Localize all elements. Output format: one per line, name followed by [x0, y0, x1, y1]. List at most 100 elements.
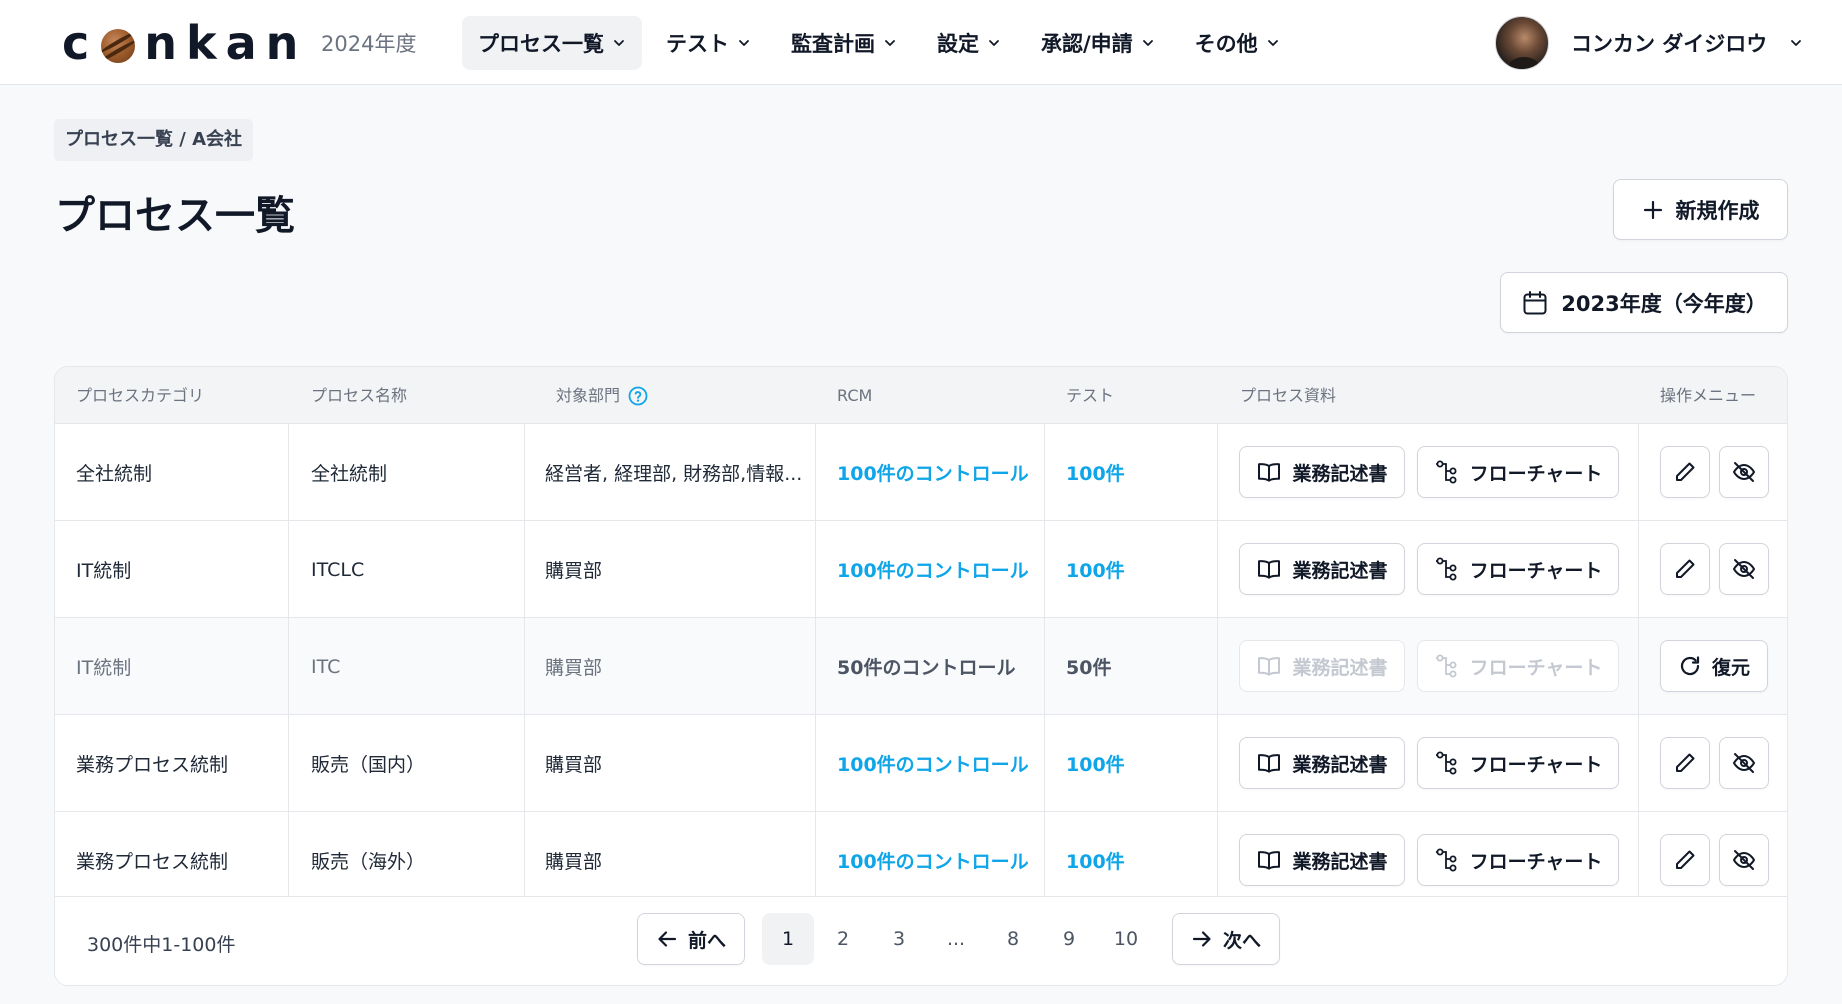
fiscal-year-select-button[interactable]: 2023年度（今年度）	[1500, 272, 1788, 333]
column-divider	[524, 618, 525, 715]
flowchart-icon	[1435, 557, 1457, 581]
book-icon	[1258, 754, 1281, 773]
business-description-label: 業務記述書	[1292, 850, 1388, 873]
flowchart-button[interactable]: フローチャート	[1417, 543, 1619, 595]
book-icon	[1258, 657, 1281, 676]
cell-test-link[interactable]: 100件	[1066, 812, 1125, 909]
flowchart-label: フローチャート	[1469, 753, 1603, 776]
restore-label: 復元	[1711, 656, 1750, 679]
page-1[interactable]: 1	[762, 913, 814, 965]
nav-audit-plan[interactable]: 監査計画	[775, 16, 913, 70]
cell-process-name: 販売（海外）	[311, 851, 426, 873]
chevron-down-icon	[1267, 40, 1278, 46]
nav-other[interactable]: その他	[1179, 16, 1296, 70]
flowchart-icon	[1435, 654, 1457, 678]
flowchart-label: フローチャート	[1469, 559, 1603, 582]
column-divider	[288, 424, 289, 521]
hide-button[interactable]	[1719, 737, 1769, 789]
nav-settings[interactable]: 設定	[921, 16, 1017, 70]
new-create-label: 新規作成	[1675, 198, 1760, 223]
flowchart-label: フローチャート	[1469, 656, 1603, 679]
flowchart-label: フローチャート	[1469, 850, 1603, 873]
cell-process-name: 販売（国内）	[311, 754, 426, 776]
process-table: プロセスカテゴリ プロセス名称 対象部門 RCM テスト プロセス資料 操作メニ…	[54, 366, 1788, 986]
cell-process-name: ITCLC	[311, 558, 365, 581]
logo-mark-icon	[101, 29, 136, 63]
next-page-button[interactable]: 次へ	[1172, 913, 1280, 965]
eye-off-icon	[1732, 559, 1756, 579]
prev-page-button[interactable]: 前へ	[637, 913, 745, 965]
column-divider	[1217, 812, 1218, 909]
cell-rcm-link: 50件のコントロール	[837, 657, 1016, 679]
help-icon[interactable]	[628, 386, 648, 406]
cell-rcm-link[interactable]: 100件のコントロール	[837, 424, 1029, 521]
column-divider	[1044, 812, 1045, 909]
edit-button[interactable]	[1660, 543, 1710, 595]
column-divider	[1044, 618, 1045, 715]
business-description-button[interactable]: 業務記述書	[1239, 446, 1405, 498]
cell-department: 購買部	[545, 754, 603, 776]
cell-test-link[interactable]: 100件	[1066, 521, 1125, 618]
page-2[interactable]: 2	[817, 913, 869, 965]
hide-button[interactable]	[1719, 834, 1769, 886]
breadcrumb[interactable]: プロセス一覧 / A会社	[54, 119, 254, 161]
table-row: IT統制 ITCLC 購買部 100件のコントロール 100件 業務記述書 フローチャート	[55, 521, 1787, 618]
hide-button[interactable]	[1719, 543, 1769, 595]
nav-process-list[interactable]: プロセス一覧	[462, 16, 642, 70]
hide-button[interactable]	[1719, 446, 1769, 498]
business-description-label: 業務記述書	[1292, 462, 1388, 485]
column-divider	[1638, 812, 1639, 909]
cell-test-link[interactable]: 100件	[1066, 715, 1125, 812]
flowchart-button[interactable]: フローチャート	[1417, 737, 1619, 789]
table-row: 全社統制 全社統制 経営者, 経理部, 財務部,情報... 100件のコントロール 10…	[55, 424, 1787, 521]
conkan-logo[interactable]: c nkan	[62, 14, 307, 72]
nav-label: テスト	[666, 32, 729, 56]
cell-rcm-link[interactable]: 100件のコントロール	[837, 715, 1029, 812]
edit-button[interactable]	[1660, 834, 1710, 886]
column-header-rcm: RCM	[837, 386, 873, 405]
column-divider	[1217, 618, 1218, 715]
flowchart-button[interactable]: フローチャート	[1417, 446, 1619, 498]
column-header-operations: 操作メニュー	[1660, 386, 1757, 405]
new-create-button[interactable]: 新規作成	[1613, 179, 1788, 240]
edit-button[interactable]	[1660, 737, 1710, 789]
user-menu[interactable]: コンカン ダイジロウ	[1495, 16, 1803, 70]
business-description-button[interactable]: 業務記述書	[1239, 737, 1405, 789]
refresh-icon	[1680, 656, 1700, 676]
main-nav: プロセス一覧 テスト 監査計画 設定 承認/申請 その他	[462, 16, 1296, 70]
column-divider	[815, 618, 816, 715]
cell-category: IT統制	[76, 560, 132, 582]
column-divider	[1044, 424, 1045, 521]
top-navigation-bar: c nkan 2024年度 プロセス一覧 テスト 監査計画 設定 承認/申請 その…	[0, 0, 1842, 85]
column-divider	[1044, 521, 1045, 618]
column-divider	[288, 715, 289, 812]
result-count: 300件中1-100件	[87, 934, 236, 956]
column-divider	[524, 715, 525, 812]
page-10[interactable]: 10	[1100, 913, 1152, 965]
book-icon	[1258, 560, 1281, 579]
page-9[interactable]: 9	[1043, 913, 1095, 965]
cell-rcm-link[interactable]: 100件のコントロール	[837, 812, 1029, 909]
page-3[interactable]: 3	[873, 913, 925, 965]
column-divider	[1638, 424, 1639, 521]
page-8[interactable]: 8	[987, 913, 1039, 965]
restore-button[interactable]: 復元	[1660, 640, 1768, 692]
calendar-icon	[1523, 290, 1547, 314]
business-description-button[interactable]: 業務記述書	[1239, 543, 1405, 595]
cell-department: 経営者, 経理部, 財務部,情報...	[545, 463, 803, 485]
column-divider	[1217, 715, 1218, 812]
cell-rcm-link[interactable]: 100件のコントロール	[837, 521, 1029, 618]
arrow-right-icon	[1192, 931, 1211, 947]
table-row: 業務プロセス統制 販売（海外） 購買部 100件のコントロール 100件 業務記述書 フロー…	[55, 812, 1787, 909]
business-description-button[interactable]: 業務記述書	[1239, 834, 1405, 886]
nav-test[interactable]: テスト	[650, 16, 767, 70]
edit-button[interactable]	[1660, 446, 1710, 498]
flowchart-icon	[1435, 460, 1457, 484]
column-header-category: プロセスカテゴリ	[76, 386, 205, 405]
fiscal-year-label: 2024年度	[321, 32, 417, 56]
pencil-icon	[1676, 559, 1695, 578]
nav-approval[interactable]: 承認/申請	[1025, 16, 1171, 70]
business-description-button: 業務記述書	[1239, 640, 1405, 692]
cell-test-link[interactable]: 100件	[1066, 424, 1125, 521]
flowchart-button[interactable]: フローチャート	[1417, 834, 1619, 886]
